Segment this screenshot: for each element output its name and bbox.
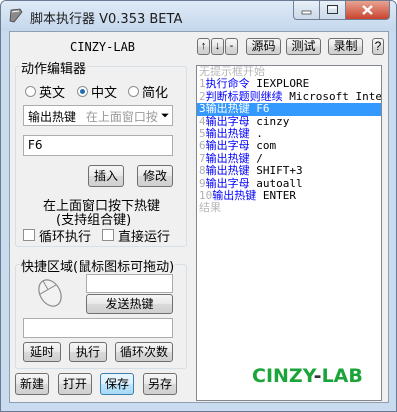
maximize-button[interactable] xyxy=(319,1,346,20)
line-argument: . xyxy=(256,126,263,140)
maximize-icon xyxy=(327,5,338,14)
line-number: 9 xyxy=(199,176,206,190)
radio-selected-dot xyxy=(80,89,85,94)
record-button[interactable]: 录制 xyxy=(328,38,363,55)
minimize-button[interactable] xyxy=(293,1,320,20)
script-hint-row[interactable]: 结果 xyxy=(197,202,381,214)
line-command: 输出热键 xyxy=(212,188,257,202)
param-input[interactable]: F6 xyxy=(23,135,173,156)
line-argument: cinzy xyxy=(256,114,290,128)
line-number: 4 xyxy=(199,114,206,128)
quick-input[interactable] xyxy=(23,318,173,338)
save-button[interactable]: 保存 xyxy=(100,373,134,395)
send-hotkey-button[interactable]: 发送热键 xyxy=(86,294,173,314)
loop-checkbox[interactable] xyxy=(23,229,35,241)
title-bar[interactable]: 脚本执行器 V0.353 BETA xyxy=(1,1,396,31)
line-argument: com xyxy=(256,139,277,153)
brand-dash: - xyxy=(313,365,322,387)
action-select-value: 输出热键 xyxy=(28,110,77,124)
mouse-icon[interactable] xyxy=(32,276,68,310)
line-argument: SHIFT+3 xyxy=(256,164,303,178)
insert-button[interactable]: 插入 xyxy=(88,165,124,187)
radio-simplified[interactable] xyxy=(128,86,139,97)
delay-button[interactable]: 延时 xyxy=(23,342,61,362)
help-button[interactable]: ? xyxy=(372,38,384,55)
brand-part-2: LAB xyxy=(321,365,363,387)
direct-run-checkbox[interactable] xyxy=(102,229,114,241)
line-number: 3 xyxy=(199,102,206,116)
line-number: 7 xyxy=(199,151,206,165)
minimize-icon xyxy=(301,10,312,15)
radio-english-label[interactable]: 英文 xyxy=(39,82,65,101)
close-button[interactable] xyxy=(345,1,390,20)
line-argument: / xyxy=(256,151,263,165)
line-argument: Microsoft Inter xyxy=(289,89,382,103)
script-rows: 无提示框开始 1执行命令 IEXPLORE 2判断标题则继续 Microsoft I… xyxy=(197,66,381,215)
line-argument: ENTER xyxy=(262,188,296,202)
line-number: 10 xyxy=(199,188,213,202)
line-command: 判断标题则继续 xyxy=(205,89,283,103)
line-command: 输出热键 xyxy=(205,102,250,116)
line-command: 输出热键 xyxy=(205,151,250,165)
action-select[interactable]: 输出热键 在上面窗口按 xyxy=(23,105,173,126)
line-command: 输出热键 xyxy=(205,164,250,178)
line-argument: F6 xyxy=(256,102,270,116)
line-argument: IEXPLORE xyxy=(256,77,310,91)
radio-english[interactable] xyxy=(25,86,36,97)
loop-checkbox-label[interactable]: 循环执行 xyxy=(39,226,91,245)
new-button[interactable]: 新建 xyxy=(15,373,49,395)
move-up-button[interactable]: ↑ xyxy=(197,38,210,55)
action-select-hint: 在上面窗口按 xyxy=(85,110,158,124)
line-number: 2 xyxy=(199,89,206,103)
window-title: 脚本执行器 V0.353 BETA xyxy=(30,12,183,27)
script-list[interactable]: 无提示框开始 1执行命令 IEXPLORE 2判断标题则继续 Microsoft I… xyxy=(196,65,382,401)
radio-chinese-label[interactable]: 中文 xyxy=(91,82,117,101)
script-hint-text: 结果 xyxy=(199,201,221,215)
left-header: CINZY-LAB xyxy=(70,40,136,54)
line-number: 8 xyxy=(199,164,206,178)
line-command: 输出热键 xyxy=(205,126,250,140)
brand-logo: CINZY-LAB xyxy=(252,365,363,387)
script-line[interactable]: 10输出热键 ENTER xyxy=(197,188,381,202)
move-down-button[interactable]: ↓ xyxy=(211,38,224,55)
line-command: 输出字母 xyxy=(205,114,250,128)
hotkey-capture-field[interactable] xyxy=(86,274,173,293)
line-command: 输出字母 xyxy=(205,139,250,153)
save-as-button[interactable]: 另存 xyxy=(143,373,177,395)
brand-part-1: CINZY xyxy=(252,365,314,387)
app-window: 脚本执行器 V0.353 BETA CINZY-LAB 动作编辑器 英文 中文 … xyxy=(0,0,397,412)
app-icon xyxy=(9,8,23,23)
modify-button[interactable]: 修改 xyxy=(137,165,173,187)
source-button[interactable]: 源码 xyxy=(246,38,281,55)
close-icon xyxy=(362,5,373,15)
client-area: CINZY-LAB 动作编辑器 英文 中文 简化 输出热键 在上面窗口按 F6 … xyxy=(9,31,389,403)
loop-count-button[interactable]: 循环次数 xyxy=(115,342,173,362)
quick-area-title: 快捷区域(鼠标图标可拖动) xyxy=(20,256,176,275)
line-command: 执行命令 xyxy=(205,77,250,91)
action-editor-title: 动作编辑器 xyxy=(20,58,88,77)
radio-simplified-label[interactable]: 简化 xyxy=(142,82,168,101)
line-argument: autoall xyxy=(256,176,303,190)
line-number: 1 xyxy=(199,77,206,91)
delete-line-button[interactable]: - xyxy=(225,38,238,55)
line-number: 5 xyxy=(199,126,206,140)
line-command: 输出字母 xyxy=(205,176,250,190)
radio-chinese[interactable] xyxy=(77,86,88,97)
test-button[interactable]: 测试 xyxy=(286,38,321,55)
direct-run-checkbox-label[interactable]: 直接运行 xyxy=(118,226,170,245)
execute-button[interactable]: 执行 xyxy=(69,342,107,362)
open-button[interactable]: 打开 xyxy=(58,373,92,395)
line-number: 6 xyxy=(199,139,206,153)
dropdown-arrow-icon[interactable] xyxy=(160,106,170,125)
